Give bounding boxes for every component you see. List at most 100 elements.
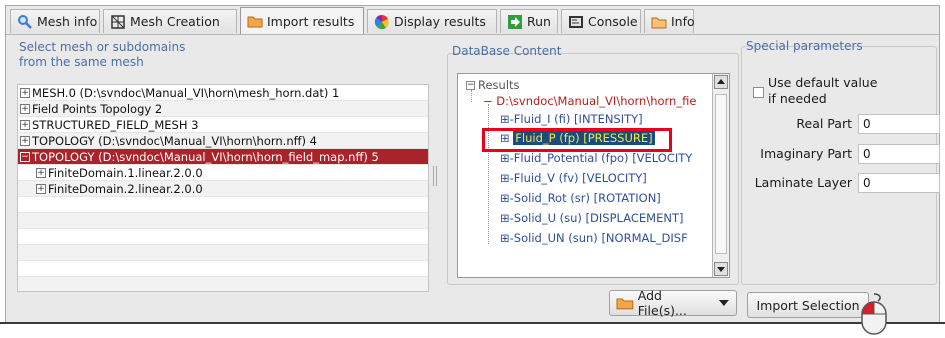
scroll-thumb[interactable] bbox=[715, 94, 727, 254]
list-item[interactable]: + STRUCTURED_FIELD_MESH 3 bbox=[18, 117, 428, 133]
panel-splitter-handle[interactable] bbox=[433, 166, 439, 186]
color-wheel-icon bbox=[374, 14, 389, 29]
mouse-click-icon bbox=[861, 293, 887, 335]
list-item-label: TOPOLOGY (D:\svndoc\Manual_VI\horn\horn.… bbox=[32, 133, 317, 148]
import-selection-button[interactable]: Import Selection bbox=[747, 292, 869, 318]
arrow-down-icon bbox=[717, 267, 725, 272]
list-item-label: FiniteDomain.1.linear.2.0.0 bbox=[48, 165, 203, 180]
folder-icon bbox=[247, 16, 263, 28]
tree-file-node[interactable]: − D:\svndoc\Manual_VI\horn\horn_fie bbox=[483, 94, 696, 108]
minus-icon[interactable]: − bbox=[483, 94, 493, 108]
tree-node-label: Fluid_V (fv) [VELOCITY] bbox=[513, 171, 647, 185]
label-line: if needed bbox=[768, 91, 827, 106]
tab-run[interactable]: Run bbox=[500, 9, 558, 33]
plus-icon[interactable]: ⊞ bbox=[500, 112, 510, 126]
run-arrow-icon bbox=[508, 14, 522, 29]
use-default-label: Use default value if needed bbox=[768, 75, 888, 107]
tree-node-label: Solid_UN (sun) [NORMAL_DISF bbox=[513, 231, 688, 245]
use-default-checkbox[interactable] bbox=[753, 87, 764, 98]
list-item[interactable]: + FiniteDomain.2.linear.2.0.0 bbox=[18, 181, 428, 197]
list-item[interactable]: + MESH.0 (D:\svndoc\Manual_VI\horn\mesh_h… bbox=[18, 85, 428, 101]
tree-root-node[interactable]: − Results bbox=[466, 78, 520, 92]
tree-field-node[interactable]: ⊞ - Solid_U (su) [DISPLACEMENT] bbox=[500, 211, 683, 225]
tree-field-node[interactable]: ⊞ - Fluid_I (fi) [INTENSITY] bbox=[500, 112, 643, 126]
expand-icon[interactable]: + bbox=[20, 87, 30, 98]
dropdown-arrow-icon[interactable] bbox=[718, 298, 730, 308]
mesh-list[interactable]: + MESH.0 (D:\svndoc\Manual_VI\horn\mesh_h… bbox=[17, 84, 429, 292]
list-item-empty bbox=[18, 213, 428, 229]
tab-label: Mesh info bbox=[37, 14, 98, 29]
expand-icon[interactable]: + bbox=[36, 167, 46, 178]
tree-field-node[interactable]: ⊞ - Fluid_Potential (fpo) [VELOCITY bbox=[500, 151, 692, 165]
imaginary-part-label: Imaginary Part bbox=[760, 146, 852, 161]
tab-label: Run bbox=[527, 14, 551, 29]
title-line: from the same mesh bbox=[19, 55, 144, 69]
tree-field-node[interactable]: ⊞ - Fluid_V (fv) [VELOCITY] bbox=[500, 171, 647, 185]
special-parameters-title: Special parameters bbox=[746, 39, 863, 53]
expand-icon[interactable]: + bbox=[20, 119, 30, 130]
tree-node-label: Fluid_Potential (fpo) [VELOCITY bbox=[513, 151, 693, 165]
tab-label: Console bbox=[588, 14, 638, 29]
tree-field-node[interactable]: ⊞ - Solid_Rot (sr) [ROTATION] bbox=[500, 191, 661, 205]
add-files-button[interactable]: Add File(s)... bbox=[609, 288, 737, 318]
tab-import-results[interactable]: Import results bbox=[240, 7, 364, 34]
plus-icon[interactable]: ⊞ bbox=[500, 191, 510, 205]
expand-icon[interactable]: + bbox=[20, 103, 30, 114]
tree-node-label: Solid_Rot (sr) [ROTATION] bbox=[513, 191, 661, 205]
magnifier-icon bbox=[18, 14, 32, 29]
list-item-label: MESH.0 (D:\svndoc\Manual_VI\horn\mesh_ho… bbox=[32, 85, 340, 100]
list-item-label: TOPOLOGY (D:\svndoc\Manual_VI\horn\horn_… bbox=[32, 149, 379, 164]
collapse-icon[interactable]: − bbox=[20, 151, 30, 162]
laminate-layer-input[interactable]: 0 bbox=[858, 173, 940, 193]
plus-icon[interactable]: ⊞ bbox=[500, 151, 510, 165]
tab-info[interactable]: Info bbox=[644, 9, 695, 33]
tree-vertical-scrollbar[interactable] bbox=[712, 74, 729, 277]
mesh-selection-panel: Select mesh or subdomains from the same … bbox=[9, 36, 439, 294]
plus-icon[interactable]: ⊞ bbox=[500, 171, 510, 185]
laminate-layer-label: Laminate Layer bbox=[754, 175, 852, 190]
collapse-icon[interactable]: − bbox=[466, 80, 475, 90]
list-item-empty bbox=[18, 245, 428, 261]
info-folder-icon bbox=[651, 17, 667, 28]
arrow-up-icon bbox=[717, 79, 725, 84]
tab-bar: Mesh info Mesh Creation Import results D… bbox=[6, 6, 939, 34]
tab-divider bbox=[6, 34, 939, 35]
list-item-label: STRUCTURED_FIELD_MESH 3 bbox=[32, 117, 199, 132]
scroll-up-button[interactable] bbox=[714, 75, 728, 89]
list-item[interactable]: + Field Points Topology 2 bbox=[18, 101, 428, 117]
tree-guide-line bbox=[488, 104, 489, 244]
console-icon bbox=[569, 15, 583, 28]
plus-icon[interactable]: ⊞ bbox=[500, 211, 510, 225]
real-part-input[interactable]: 0 bbox=[858, 114, 940, 134]
list-item-label: Field Points Topology 2 bbox=[32, 101, 163, 116]
bottom-separator bbox=[0, 322, 945, 324]
tab-mesh-info[interactable]: Mesh info bbox=[10, 9, 100, 33]
highlight-annotation-box bbox=[482, 128, 672, 152]
list-item-selected[interactable]: − TOPOLOGY (D:\svndoc\Manual_VI\horn\horn… bbox=[18, 149, 428, 165]
mesh-selection-title: Select mesh or subdomains from the same … bbox=[19, 40, 279, 70]
tab-console[interactable]: Console bbox=[561, 9, 641, 33]
tab-label: Display results bbox=[394, 14, 486, 29]
tab-mesh-creation[interactable]: Mesh Creation bbox=[103, 9, 237, 33]
tab-label: Info bbox=[671, 14, 695, 29]
scroll-down-button[interactable] bbox=[714, 262, 728, 276]
tree-node-label: Solid_U (su) [DISPLACEMENT] bbox=[513, 211, 684, 225]
imaginary-part-input[interactable]: 0 bbox=[858, 144, 940, 164]
database-tree[interactable]: − Results − D:\svndoc\Manual_VI\horn\horn… bbox=[457, 73, 730, 278]
tree-node-label: Fluid_I (fi) [INTENSITY] bbox=[513, 112, 643, 126]
button-label: Add File(s)... bbox=[637, 288, 687, 318]
expand-icon[interactable]: + bbox=[20, 135, 30, 146]
list-item[interactable]: + FiniteDomain.1.linear.2.0.0 bbox=[18, 165, 428, 181]
tree-viewport: − Results − D:\svndoc\Manual_VI\horn\horn… bbox=[458, 74, 713, 277]
tab-label: Import results bbox=[267, 13, 355, 29]
expand-icon[interactable]: + bbox=[36, 183, 46, 194]
tab-display-results[interactable]: Display results bbox=[367, 9, 497, 33]
tab-label: Mesh Creation bbox=[130, 14, 220, 29]
plus-icon[interactable]: ⊞ bbox=[500, 231, 510, 245]
label-line: Use default value bbox=[768, 75, 878, 90]
button-label: Import Selection bbox=[756, 297, 860, 313]
tree-field-node[interactable]: ⊞ - Solid_UN (sun) [NORMAL_DISF bbox=[500, 231, 688, 245]
list-item-label: FiniteDomain.2.linear.2.0.0 bbox=[48, 181, 203, 196]
list-item-empty bbox=[18, 261, 428, 277]
list-item[interactable]: + TOPOLOGY (D:\svndoc\Manual_VI\horn\horn… bbox=[18, 133, 428, 149]
